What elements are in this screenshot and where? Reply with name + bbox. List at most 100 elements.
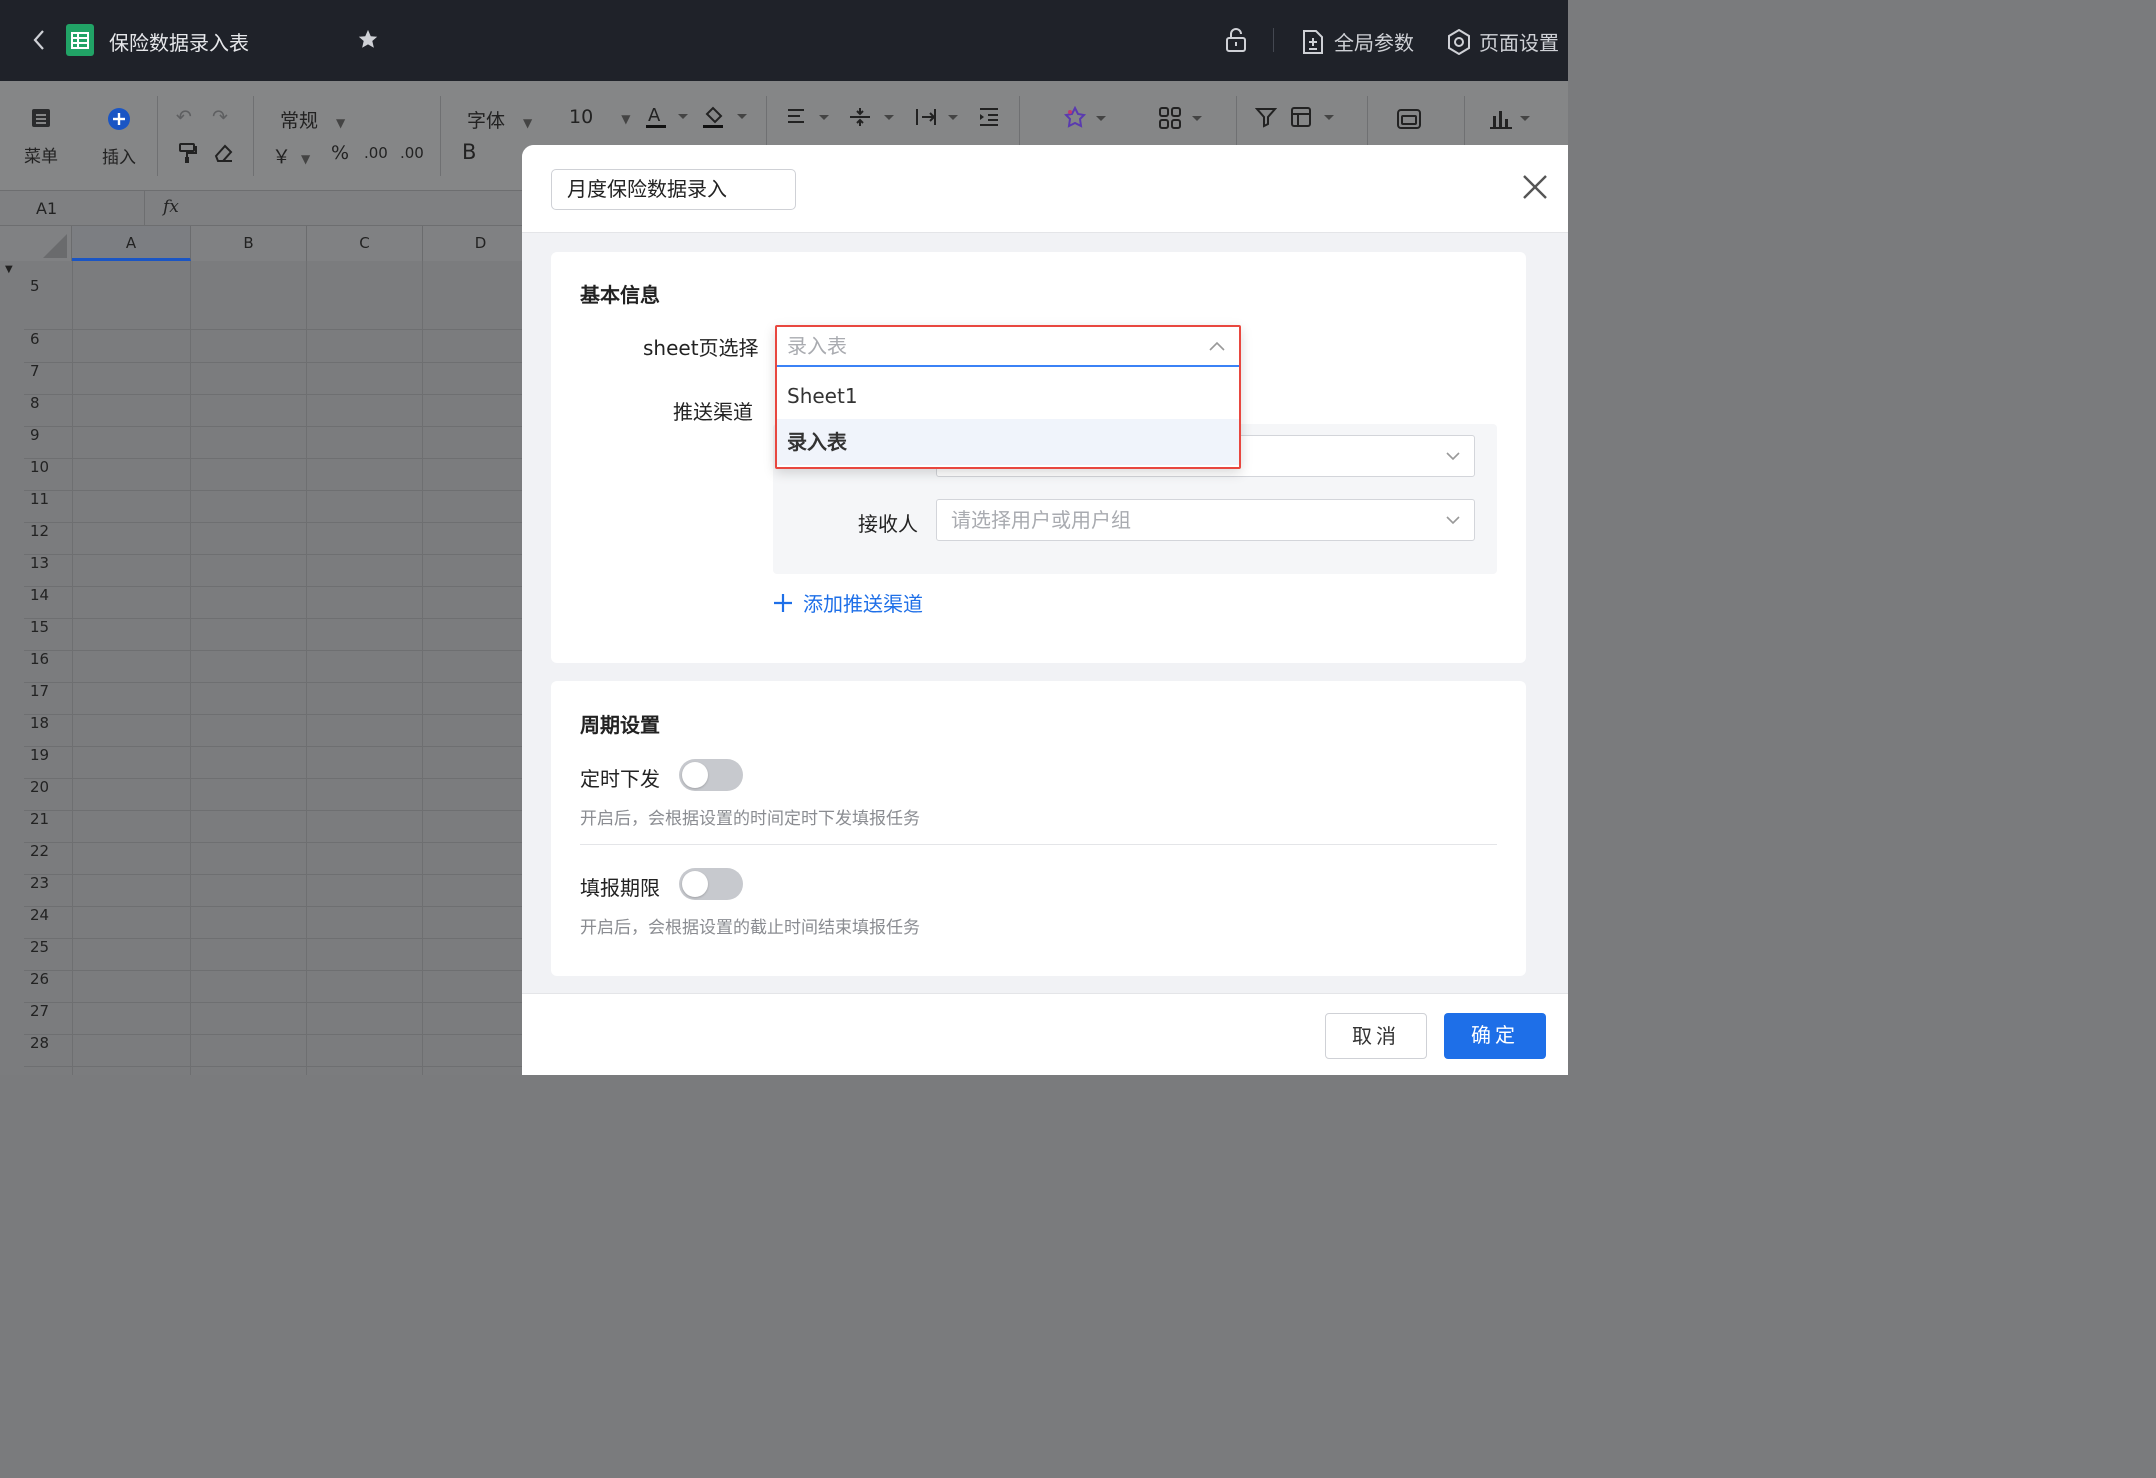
menu-button[interactable]: 菜单: [24, 108, 58, 167]
row-header[interactable]: 6: [0, 330, 72, 348]
sheet-select-input[interactable]: 录入表: [777, 327, 1239, 367]
collapse-arrow-icon[interactable]: ▼: [5, 264, 13, 275]
global-params-label: 全局参数: [1334, 31, 1414, 55]
decrease-decimal-button[interactable]: .00: [364, 144, 388, 162]
sheet-select-dropdown[interactable]: 录入表 Sheet1 录入表: [775, 325, 1241, 469]
text-wrap-icon[interactable]: [914, 106, 964, 133]
sheet-select-value: 录入表: [787, 334, 847, 358]
chevron-down-icon: [1446, 452, 1460, 461]
row-header[interactable]: 23: [0, 874, 72, 892]
confirm-button[interactable]: 确定: [1444, 1013, 1546, 1059]
recipient-placeholder: 请选择用户或用户组: [951, 508, 1131, 532]
doc-title[interactable]: 保险数据录入表: [109, 27, 249, 56]
divider: [580, 844, 1497, 845]
chevron-down-icon: ▼: [523, 116, 533, 130]
row-header[interactable]: 10: [0, 458, 72, 476]
row-header[interactable]: 16: [0, 650, 72, 668]
row-header[interactable]: 22: [0, 842, 72, 860]
lock-icon[interactable]: [1224, 27, 1248, 53]
form-icon[interactable]: [1396, 108, 1422, 135]
row-header[interactable]: 8: [0, 394, 72, 412]
schedule-toggle[interactable]: [679, 759, 743, 791]
row-header[interactable]: 26: [0, 970, 72, 988]
undo-icon[interactable]: ↶: [176, 106, 192, 128]
row-header[interactable]: 15: [0, 618, 72, 636]
row-header[interactable]: 28: [0, 1034, 72, 1052]
row-header[interactable]: 5: [0, 277, 72, 295]
row-header[interactable]: 7: [0, 362, 72, 380]
row-header[interactable]: 11: [0, 490, 72, 508]
row-header[interactable]: 25: [0, 938, 72, 956]
font-size-select[interactable]: 10 ▼: [569, 106, 630, 128]
fill-color-icon[interactable]: [703, 104, 751, 135]
apps-icon[interactable]: [1158, 106, 1206, 135]
dropdown-option-selected[interactable]: 录入表: [777, 419, 1239, 465]
schedule-label: 定时下发: [580, 767, 660, 791]
column-header[interactable]: B: [191, 226, 307, 261]
column-header[interactable]: A: [72, 226, 191, 261]
global-params-button[interactable]: 全局参数: [1302, 27, 1414, 56]
currency-button[interactable]: ￥ ▼: [272, 142, 310, 169]
basic-info-heading: 基本信息: [580, 283, 660, 307]
add-channel-button[interactable]: 添加推送渠道: [773, 588, 923, 617]
row-header[interactable]: 21: [0, 810, 72, 828]
conditional-format-icon[interactable]: [1063, 105, 1110, 135]
eraser-icon[interactable]: [212, 142, 234, 169]
pivot-icon[interactable]: [1290, 106, 1336, 133]
gear-icon: [1448, 28, 1470, 55]
row-header[interactable]: 17: [0, 682, 72, 700]
close-icon[interactable]: [1521, 173, 1549, 201]
align-left-icon[interactable]: [786, 106, 830, 133]
row-line: [24, 394, 522, 395]
chevron-down-icon: ▼: [621, 112, 631, 126]
chart-icon[interactable]: [1488, 106, 1536, 135]
row-header[interactable]: 18: [0, 714, 72, 732]
dropdown-option[interactable]: Sheet1: [777, 373, 1239, 419]
row-header[interactable]: 13: [0, 554, 72, 572]
cancel-button[interactable]: 取消: [1325, 1013, 1427, 1059]
format-painter-icon[interactable]: [178, 142, 198, 169]
redo-icon[interactable]: ↷: [212, 106, 228, 128]
row-line: [24, 426, 522, 427]
row-line: [24, 1066, 522, 1067]
number-format-select[interactable]: 常规 ▼: [280, 106, 345, 133]
select-all-corner[interactable]: [0, 226, 72, 261]
column-header[interactable]: C: [307, 226, 423, 261]
channel-label: 推送渠道: [673, 400, 753, 424]
row-header[interactable]: 27: [0, 1002, 72, 1020]
recipient-select[interactable]: 请选择用户或用户组: [936, 499, 1475, 541]
title-input[interactable]: 月度保险数据录入: [551, 169, 796, 210]
row-line: [24, 1034, 522, 1035]
fx-icon[interactable]: fx: [163, 197, 179, 217]
back-icon[interactable]: [30, 28, 48, 52]
row-header[interactable]: 24: [0, 906, 72, 924]
sheet-select-label: sheet页选择: [643, 336, 759, 360]
row-line: [24, 682, 522, 683]
row-line: [24, 778, 522, 779]
bold-button[interactable]: B: [462, 140, 476, 164]
font-color-icon[interactable]: A: [646, 104, 692, 135]
row-header[interactable]: 19: [0, 746, 72, 764]
row-header[interactable]: 20: [0, 778, 72, 796]
increase-decimal-button[interactable]: .00: [400, 144, 424, 162]
indent-icon[interactable]: [978, 106, 1000, 133]
cycle-settings-heading: 周期设置: [580, 713, 660, 737]
page-settings-button[interactable]: 页面设置: [1447, 27, 1559, 56]
deadline-description: 开启后，会根据设置的截止时间结束填报任务: [580, 918, 920, 938]
cell-reference[interactable]: A1: [36, 199, 57, 218]
insert-button[interactable]: 插入: [102, 107, 136, 168]
row-line: [24, 362, 522, 363]
percent-button[interactable]: %: [331, 142, 349, 164]
row-header[interactable]: 12: [0, 522, 72, 540]
plus-circle-icon: [108, 108, 130, 130]
vertical-align-icon[interactable]: [848, 106, 898, 133]
font-select[interactable]: 字体 ▼: [467, 106, 532, 133]
row-line: [24, 329, 522, 330]
row-line: [24, 746, 522, 747]
row-line: [24, 810, 522, 811]
filter-icon[interactable]: [1254, 106, 1278, 133]
star-icon[interactable]: [357, 28, 379, 50]
row-header[interactable]: 14: [0, 586, 72, 604]
row-header[interactable]: 9: [0, 426, 72, 444]
deadline-toggle[interactable]: [679, 868, 743, 900]
